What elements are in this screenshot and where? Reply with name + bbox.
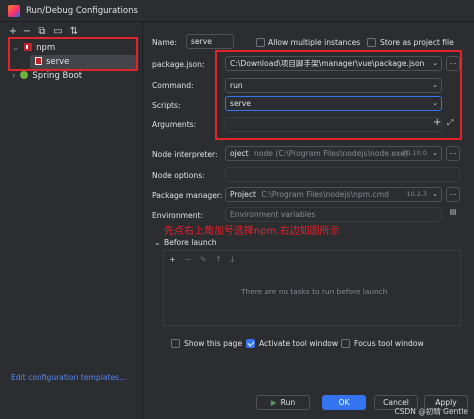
remove-icon[interactable]: − <box>22 27 32 37</box>
run-button[interactable]: ▶ Run <box>256 395 310 410</box>
package-json-label: package.json: <box>152 60 205 69</box>
watermark: CSDN @初晴 Gentle <box>394 407 468 416</box>
browse-package-manager-button[interactable]: … <box>446 187 460 202</box>
node-interpreter-select[interactable]: oject node (C:\Program Files\nodejs\node… <box>225 146 442 161</box>
before-launch-empty-text: There are no tasks to run before launch <box>241 287 388 296</box>
node-options-field[interactable] <box>225 167 460 182</box>
package-manager-path: C:\Program Files\nodejs\npm.cmd <box>261 190 389 199</box>
highlight-box-tree <box>8 37 138 71</box>
edit-templates-link[interactable]: Edit configuration templates... <box>11 373 126 382</box>
store-as-file-checkbox[interactable] <box>367 38 376 47</box>
spring-boot-icon <box>20 71 29 79</box>
scripts-label: Scripts: <box>152 101 181 110</box>
edit-icon[interactable]: ✎ <box>200 255 207 264</box>
activate-tool-checkbox[interactable] <box>246 339 255 348</box>
add-icon[interactable]: + <box>8 27 18 37</box>
browse-node-button[interactable]: … <box>446 146 460 161</box>
show-page-checkbox[interactable] <box>171 339 180 348</box>
remove-icon[interactable]: − <box>185 255 192 264</box>
arguments-label: Arguments: <box>152 120 197 129</box>
node-options-label: Node options: <box>152 171 205 180</box>
environment-label: Environment: <box>152 211 204 220</box>
edit-environment-icon[interactable]: ▤ <box>446 207 460 222</box>
allow-multiple-checkbox[interactable] <box>256 38 265 47</box>
before-launch-title: Before launch <box>164 238 217 247</box>
highlight-box-form <box>215 50 462 140</box>
focus-tool-checkbox[interactable] <box>341 339 350 348</box>
copy-icon[interactable]: ⧉ <box>37 27 47 37</box>
before-launch-panel: + − ✎ ↑ ↓ There are no tasks to run befo… <box>163 250 461 326</box>
move-down-icon[interactable]: ↓ <box>229 255 236 264</box>
node-interpreter-path: node (C:\Program Files\nodejs\node.exe) <box>254 149 408 158</box>
tree-item-spring-boot-label: Spring Boot <box>32 71 83 81</box>
package-manager-label: Package manager: <box>152 191 223 200</box>
environment-field[interactable]: Environment variables <box>225 207 442 222</box>
node-interpreter-value: oject <box>230 149 249 158</box>
node-interpreter-label: Node interpreter: <box>152 150 218 159</box>
focus-tool-label: Focus tool window <box>354 339 424 348</box>
folder-icon[interactable]: ▭ <box>53 27 63 37</box>
node-version: 20.10.0 <box>402 149 427 157</box>
tree-item-spring-boot[interactable]: › Spring Boot <box>12 69 82 83</box>
add-icon[interactable]: + <box>169 255 176 264</box>
annotation-text: 先点右上角加号选择npm,右边如图所示 <box>164 226 340 237</box>
environment-placeholder: Environment variables <box>230 210 316 219</box>
package-manager-select[interactable]: Project C:\Program Files\nodejs\npm.cmd … <box>225 187 442 202</box>
package-manager-value: Project <box>230 190 256 199</box>
window-title: Run/Debug Configurations <box>26 6 138 16</box>
npm-version: 10.2.3 <box>406 190 427 198</box>
command-label: Command: <box>152 81 194 90</box>
show-page-label: Show this page <box>184 339 243 348</box>
chevron-down-icon[interactable]: ⌄ <box>432 188 438 201</box>
collapse-icon[interactable]: ⌄ <box>154 238 161 247</box>
chevron-right-icon: › <box>12 71 16 81</box>
allow-multiple-label: Allow multiple instances <box>268 38 361 47</box>
name-label: Name: <box>152 38 177 47</box>
intellij-app-icon <box>8 5 20 17</box>
name-field[interactable]: serve <box>186 34 234 49</box>
store-as-file-label: Store as project file <box>380 38 454 47</box>
title-bar: Run/Debug Configurations <box>0 0 474 22</box>
run-label: Run <box>280 398 296 407</box>
play-icon: ▶ <box>270 398 277 407</box>
move-up-icon[interactable]: ↑ <box>215 255 222 264</box>
activate-tool-label: Activate tool window <box>259 339 339 348</box>
ok-button[interactable]: OK <box>322 395 366 410</box>
sort-icon[interactable]: ⇅ <box>69 27 79 37</box>
chevron-down-icon[interactable]: ⌄ <box>432 147 438 160</box>
